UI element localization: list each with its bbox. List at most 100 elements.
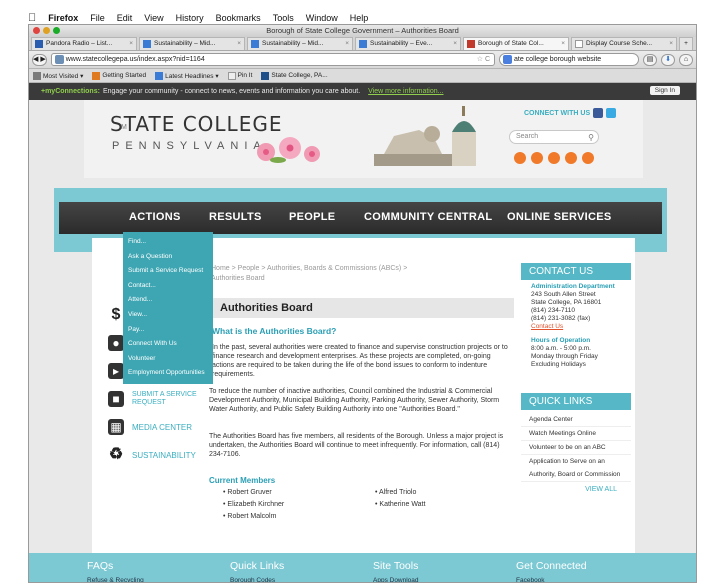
- nav-people[interactable]: PEOPLE: [289, 211, 335, 223]
- menu-help[interactable]: Help: [350, 13, 369, 23]
- breadcrumb[interactable]: Home > People > Authorities, Boards & Co…: [211, 264, 411, 284]
- menu-file[interactable]: File: [90, 13, 105, 23]
- email-icon[interactable]: [514, 152, 526, 164]
- footer-quicklinks-heading[interactable]: Quick Links: [230, 560, 284, 572]
- bookmark-most-visited[interactable]: Most Visited ▾: [33, 71, 83, 80]
- logo-line-1[interactable]: STATE COLLEGE: [110, 112, 282, 136]
- footer-link[interactable]: Refuse & Recycling: [87, 577, 144, 582]
- member-item: Elizabeth Kirchner: [223, 501, 284, 508]
- dropdown-ask-question[interactable]: Ask a Question: [123, 250, 213, 265]
- menu-tools[interactable]: Tools: [273, 13, 294, 23]
- quicklink-item[interactable]: Volunteer to be on an ABC: [521, 441, 631, 455]
- new-tab-button[interactable]: +: [679, 37, 693, 50]
- bookmark-state-college[interactable]: State College, PA...: [261, 71, 328, 80]
- myconnections-link[interactable]: View more information...: [368, 88, 443, 95]
- mac-menubar:  Firefox File Edit View History Bookmar…: [28, 11, 697, 24]
- contact-us-link[interactable]: Contact Us: [531, 323, 563, 330]
- menu-window[interactable]: Window: [306, 13, 338, 23]
- close-tab-icon[interactable]: ×: [669, 38, 673, 50]
- tab-label: Sustainability – Mid...: [154, 40, 216, 47]
- leftnav-media-center[interactable]: ▦ MEDIA CENTER: [104, 413, 214, 441]
- minimize-window-icon[interactable]: [43, 27, 50, 34]
- close-window-icon[interactable]: [33, 27, 40, 34]
- member-item: Robert Malcolm: [223, 513, 276, 520]
- menu-view[interactable]: View: [144, 13, 163, 23]
- dropdown-volunteer[interactable]: Volunteer: [123, 352, 213, 367]
- tab-sustainability-2[interactable]: Sustainability – Mid... ×: [247, 37, 353, 50]
- tab-label: Borough of State Col...: [478, 40, 544, 47]
- quicklink-item[interactable]: Agenda Center: [521, 413, 631, 427]
- mobile-icon[interactable]: [565, 152, 577, 164]
- search-icon[interactable]: ⚲: [588, 132, 594, 144]
- menu-history[interactable]: History: [176, 13, 204, 23]
- rss-icon[interactable]: [548, 152, 560, 164]
- window-controls: [33, 27, 60, 34]
- dropdown-view[interactable]: View...: [123, 308, 213, 323]
- back-button[interactable]: ◀ ▶: [32, 53, 47, 66]
- nav-community-central[interactable]: COMMUNITY CENTRAL: [364, 211, 492, 223]
- downloads-button[interactable]: ⬇: [661, 53, 675, 66]
- view-all-link[interactable]: VIEW ALL: [521, 486, 631, 493]
- quicklink-item[interactable]: Watch Meetings Online: [521, 427, 631, 441]
- dropdown-connect[interactable]: Connect With Us: [123, 337, 213, 352]
- menu-bookmarks[interactable]: Bookmarks: [216, 13, 261, 23]
- close-tab-icon[interactable]: ×: [237, 38, 241, 50]
- close-tab-icon[interactable]: ×: [345, 38, 349, 50]
- bookmark-getting-started[interactable]: Getting Started: [92, 71, 146, 80]
- menu-edit[interactable]: Edit: [117, 13, 133, 23]
- footer-faqs-heading[interactable]: FAQs: [87, 560, 113, 572]
- search-bar[interactable]: ate college borough website: [499, 53, 639, 66]
- bookmark-pin-it[interactable]: Pin It: [227, 71, 252, 80]
- tab-borough[interactable]: Borough of State Col... ×: [463, 37, 569, 50]
- bookmark-label: State College, PA...: [271, 72, 328, 79]
- footer-getconnected-heading[interactable]: Get Connected: [516, 560, 587, 572]
- tab-label: Sustainability – Mid...: [262, 40, 324, 47]
- tab-sustainability-1[interactable]: Sustainability – Mid... ×: [139, 37, 245, 50]
- close-tab-icon[interactable]: ×: [453, 38, 457, 50]
- bookmark-latest-headlines[interactable]: Latest Headlines ▾: [155, 71, 219, 80]
- tab-strip: Pandora Radio – List... × Sustainability …: [29, 37, 696, 51]
- close-tab-icon[interactable]: ×: [561, 38, 565, 50]
- quicklink-item[interactable]: Application to Serve on an Authority, Bo…: [521, 455, 631, 482]
- home-icon[interactable]: [582, 152, 594, 164]
- footer-link[interactable]: Borough Codes: [230, 577, 275, 582]
- dropdown-employment[interactable]: Employment Opportunities: [123, 366, 213, 381]
- facebook-icon[interactable]: [593, 108, 604, 118]
- nav-results[interactable]: RESULTS: [209, 211, 262, 223]
- leftnav-label: SUBMIT A SERVICE REQUEST: [132, 391, 197, 406]
- leftnav-service-request[interactable]: ■ SUBMIT A SERVICE REQUEST: [104, 385, 214, 413]
- reload-icon[interactable]: ☆ C: [477, 54, 490, 65]
- zoom-window-icon[interactable]: [53, 27, 60, 34]
- site-search-input[interactable]: Search ⚲: [509, 130, 599, 144]
- twitter-icon[interactable]: [606, 108, 617, 118]
- logo-line-2[interactable]: PENNSYLVANIA: [112, 140, 267, 152]
- footer-link[interactable]: Apps Download: [373, 577, 419, 582]
- dropdown-pay[interactable]: Pay...: [123, 323, 213, 338]
- paragraph-2: To reduce the number of inactive authori…: [209, 388, 500, 413]
- sign-in-button[interactable]: Sign In: [649, 86, 680, 95]
- home-button[interactable]: ⌂: [679, 53, 693, 66]
- dropdown-contact[interactable]: Contact...: [123, 279, 213, 294]
- add-icon[interactable]: [531, 152, 543, 164]
- myconnections-text: Engage your community - connect to news,…: [102, 88, 361, 95]
- apple-icon[interactable]: : [28, 12, 36, 24]
- tab-course-schedule[interactable]: Display Course Sche... ×: [571, 37, 677, 50]
- tab-sustainability-3[interactable]: Sustainability – Eve... ×: [355, 37, 461, 50]
- url-bar[interactable]: www.statecollegepa.us/index.aspx?nid=116…: [50, 53, 495, 66]
- menu-app-name[interactable]: Firefox: [48, 13, 78, 23]
- tab-pandora[interactable]: Pandora Radio – List... ×: [31, 37, 137, 50]
- toolbar-menu-button[interactable]: ▤: [643, 53, 657, 66]
- close-tab-icon[interactable]: ×: [129, 38, 133, 50]
- dropdown-attend[interactable]: Attend...: [123, 293, 213, 308]
- nav-online-services[interactable]: ONLINE SERVICES: [507, 211, 612, 223]
- dropdown-service-request[interactable]: Submit a Service Request: [123, 264, 213, 279]
- bookmark-folder-icon: [33, 71, 41, 80]
- nav-toolbar: ◀ ▶ www.statecollegepa.us/index.aspx?nid…: [29, 51, 696, 69]
- nav-actions[interactable]: ACTIONS: [129, 211, 181, 223]
- hours-line: 8:00 a.m. - 5:00 p.m.: [531, 345, 591, 352]
- footer-sitetools-heading[interactable]: Site Tools: [373, 560, 418, 572]
- right-column: CONTACT US Administration Department 243…: [521, 263, 631, 493]
- dropdown-find[interactable]: Find...: [123, 235, 213, 250]
- footer-link[interactable]: Facebook: [516, 577, 545, 582]
- leftnav-sustainability[interactable]: ♻ SUSTAINABILITY: [104, 441, 214, 469]
